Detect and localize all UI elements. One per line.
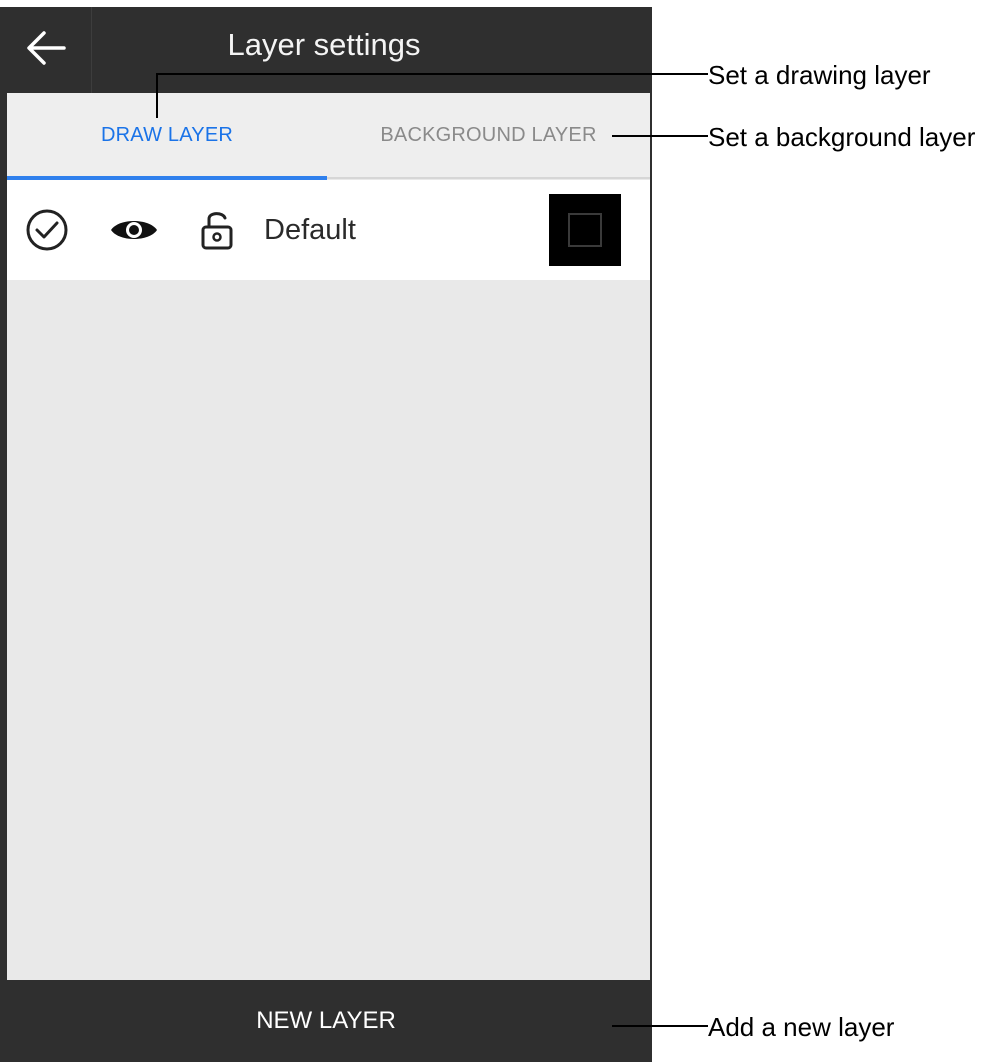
callout-background-layer: Set a background layer bbox=[708, 122, 976, 152]
callout-new-layer: Add a new layer bbox=[708, 1012, 895, 1042]
callout-draw-layer: Set a drawing layer bbox=[708, 60, 931, 90]
callout-leader-lines bbox=[156, 73, 708, 1027]
